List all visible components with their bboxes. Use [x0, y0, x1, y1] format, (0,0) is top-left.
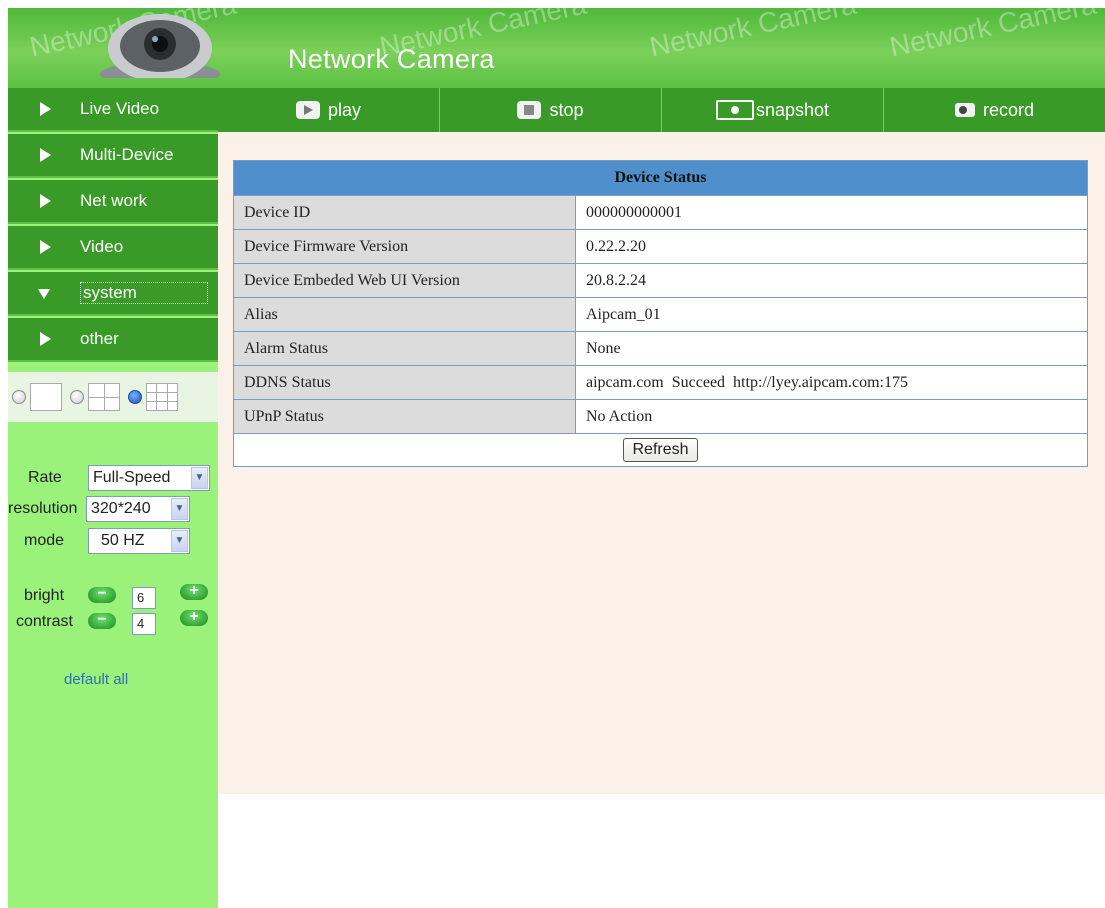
- stop-button[interactable]: stop: [440, 88, 662, 132]
- alarm-status-label: Alarm Status: [233, 331, 576, 366]
- watermark-text: Network Camera: [646, 8, 859, 63]
- table-row: DDNS Status aipcam.com Succeed http://ly…: [233, 365, 1088, 400]
- sidebar-item-network[interactable]: Net work: [8, 180, 218, 224]
- table-row: Device Embeded Web UI Version 20.8.2.24: [233, 263, 1088, 298]
- contrast-increase-button[interactable]: +: [180, 609, 208, 626]
- mode-label: mode: [24, 532, 65, 549]
- bright-value-field[interactable]: 6: [132, 587, 156, 609]
- alias-value: Aipcam_01: [575, 297, 1088, 332]
- rate-select-value: Full-Speed: [93, 469, 171, 486]
- watermark-text: Network Camera: [886, 8, 1099, 63]
- triangle-right-icon: [40, 332, 51, 346]
- table-title: Device Status: [233, 160, 1088, 196]
- refresh-cell: Refresh: [233, 433, 1088, 467]
- sidebar-item-live-video[interactable]: Live Video: [8, 88, 218, 132]
- main-content: Device Status Device ID 000000000001 Dev…: [218, 132, 1105, 794]
- sidebar-item-label: Multi-Device: [80, 145, 174, 164]
- web-ui-version-label: Device Embeded Web UI Version: [233, 263, 576, 298]
- bright-decrease-button[interactable]: −: [88, 586, 116, 603]
- quad-view-radio[interactable]: [70, 390, 84, 404]
- snapshot-icon: [715, 100, 754, 120]
- triangle-right-icon: [40, 194, 51, 208]
- record-button[interactable]: record: [884, 88, 1105, 132]
- contrast-label: contrast: [16, 613, 73, 630]
- single-view-radio[interactable]: [12, 390, 26, 404]
- sidebar-item-video[interactable]: Video: [8, 226, 218, 270]
- stop-icon: [517, 101, 542, 119]
- nine-view-icon[interactable]: [146, 383, 178, 411]
- alarm-status-value: None: [575, 331, 1088, 366]
- snapshot-label: snapshot: [755, 99, 830, 120]
- sidebar-item-system[interactable]: system: [8, 272, 218, 316]
- rate-select[interactable]: Full-Speed ▼: [88, 465, 210, 491]
- record-icon: [954, 103, 975, 117]
- triangle-right-icon: [40, 102, 51, 116]
- sidebar: Live Video Multi-Device Net work Video s…: [8, 88, 218, 908]
- table-row: Alarm Status None: [233, 331, 1088, 366]
- resolution-label: resolution: [8, 500, 78, 517]
- header-banner: Network Camera Network Camera Network Ca…: [8, 8, 1105, 88]
- table-row: UPnP Status No Action: [233, 399, 1088, 434]
- mode-select[interactable]: 50 HZ ▼: [88, 528, 190, 554]
- device-id-label: Device ID: [233, 195, 576, 230]
- play-button[interactable]: play: [218, 88, 440, 132]
- table-row: Device ID 000000000001: [233, 195, 1088, 230]
- chevron-down-icon: ▼: [191, 467, 208, 489]
- ddns-status-label: DDNS Status: [233, 365, 576, 400]
- sidebar-item-multi-device[interactable]: Multi-Device: [8, 134, 218, 178]
- sidebar-item-label: Live Video: [80, 99, 160, 118]
- camera-dome-icon: [100, 14, 220, 78]
- sidebar-item-other[interactable]: other: [8, 318, 218, 362]
- toolbar: play stop snapshot record: [218, 88, 1105, 132]
- triangle-right-icon: [40, 148, 51, 162]
- table-row: Refresh: [233, 433, 1088, 467]
- device-id-value: 000000000001: [575, 195, 1088, 230]
- layout-selector: [8, 372, 218, 422]
- stop-label: stop: [549, 99, 584, 120]
- sidebar-item-label: other: [80, 329, 119, 348]
- table-row: Device Firmware Version 0.22.2.20: [233, 229, 1088, 264]
- page-title: Network Camera: [288, 44, 495, 74]
- quad-view-icon[interactable]: [88, 383, 120, 411]
- sidebar-item-label: Net work: [80, 191, 148, 210]
- snapshot-button[interactable]: snapshot: [662, 88, 884, 132]
- triangle-down-icon: [38, 289, 50, 299]
- refresh-button[interactable]: Refresh: [623, 438, 698, 462]
- play-icon: [295, 101, 320, 119]
- ddns-status-value: aipcam.com Succeed http://lyey.aipcam.co…: [575, 365, 1088, 400]
- mode-select-value: 50 HZ: [101, 532, 145, 549]
- chevron-down-icon: ▼: [171, 530, 188, 552]
- bright-increase-button[interactable]: +: [180, 583, 208, 600]
- contrast-decrease-button[interactable]: −: [88, 612, 116, 629]
- upnp-status-label: UPnP Status: [233, 399, 576, 434]
- record-label: record: [982, 99, 1035, 120]
- bright-label: bright: [24, 587, 65, 604]
- rate-label: Rate: [28, 469, 62, 486]
- alias-label: Alias: [233, 297, 576, 332]
- web-ui-version-value: 20.8.2.24: [575, 263, 1088, 298]
- firmware-version-label: Device Firmware Version: [233, 229, 576, 264]
- sidebar-item-label: system: [80, 282, 208, 304]
- firmware-version-value: 0.22.2.20: [575, 229, 1088, 264]
- default-all-link[interactable]: default all: [64, 671, 128, 688]
- play-label: play: [327, 99, 362, 120]
- table-row: Alias Aipcam_01: [233, 297, 1088, 332]
- nine-view-radio[interactable]: [128, 390, 142, 404]
- resolution-select-value: 320*240: [91, 500, 151, 517]
- contrast-value-field[interactable]: 4: [132, 613, 156, 635]
- triangle-right-icon: [40, 240, 51, 254]
- resolution-select[interactable]: 320*240 ▼: [86, 496, 190, 522]
- single-view-icon[interactable]: [30, 383, 62, 411]
- device-status-table: Device Status Device ID 000000000001 Dev…: [233, 160, 1088, 467]
- sidebar-item-label: Video: [80, 237, 124, 256]
- upnp-status-value: No Action: [575, 399, 1088, 434]
- chevron-down-icon: ▼: [171, 498, 188, 520]
